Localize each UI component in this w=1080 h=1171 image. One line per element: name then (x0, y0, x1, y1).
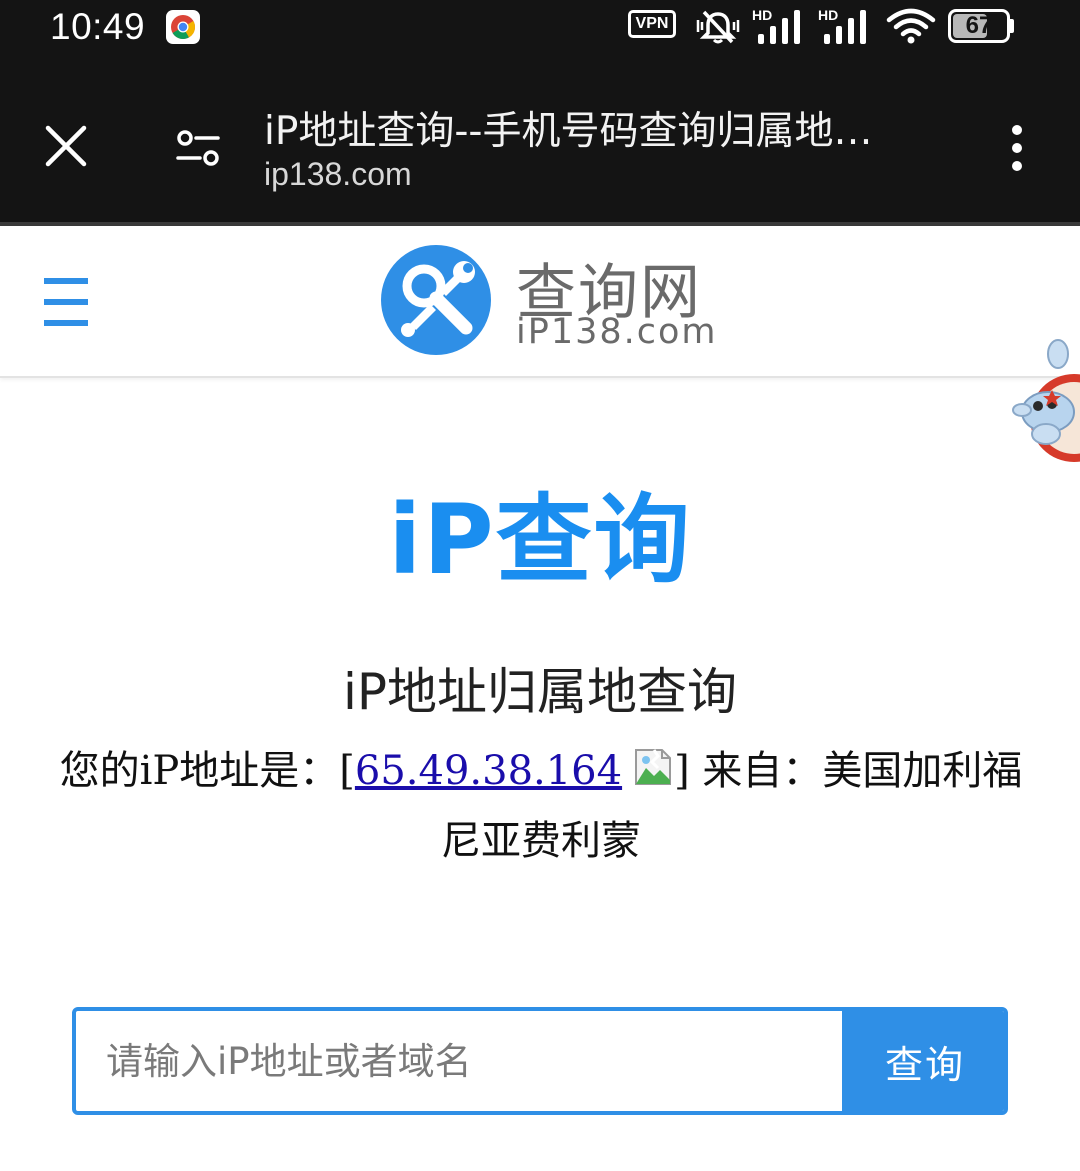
broken-image-icon (632, 740, 674, 785)
more-vert-icon[interactable] (1000, 122, 1034, 174)
battery-level: 67 (965, 12, 993, 39)
ip-prefix: 您的iP地址是：[ (59, 748, 355, 794)
ip-suffix: ] 来自： (674, 748, 823, 794)
ip-address-link[interactable]: 65.49.38.164 (355, 748, 622, 794)
wifi-icon (886, 8, 936, 44)
mute-icon (696, 10, 740, 44)
ip-info: 您的iP地址是：[65.49.38.164 ] 来自：美国加利福尼亚费利蒙 (56, 736, 1026, 876)
battery-icon: 67 (948, 9, 1014, 43)
site-settings-icon[interactable] (172, 126, 224, 170)
signal-icon-2: HD (818, 7, 866, 44)
signal-icon: HD (752, 7, 800, 44)
subtitle: iP地址归属地查询 (342, 663, 738, 721)
logo-domain[interactable]: iP138.com (516, 312, 718, 352)
hamburger-icon[interactable] (44, 278, 88, 326)
page-url: ip138.com (264, 156, 412, 192)
hero-title: iP查询 (388, 484, 692, 596)
vpn-icon: VPN (628, 10, 676, 38)
browser-toolbar: iP地址查询--手机号码查询归属地… ip138.com (0, 56, 1080, 222)
chrome-icon (166, 10, 200, 44)
status-bar: 10:49 VPN HD HD 67 (0, 0, 1080, 56)
status-time: 10:49 (50, 6, 146, 47)
site-header: 查询网 iP138.com (0, 226, 1080, 378)
signal-badge: HD (818, 7, 838, 23)
search-button[interactable]: 查询 (842, 1011, 1004, 1111)
close-icon[interactable] (40, 120, 92, 172)
mascot-icon[interactable] (1008, 338, 1080, 478)
logo-tools-icon[interactable] (380, 244, 492, 356)
signal-badge: HD (752, 7, 772, 23)
search-form: 查询 (72, 1007, 1008, 1115)
page-title: iP地址查询--手机号码查询归属地… (264, 109, 873, 154)
search-input[interactable] (76, 1011, 842, 1111)
